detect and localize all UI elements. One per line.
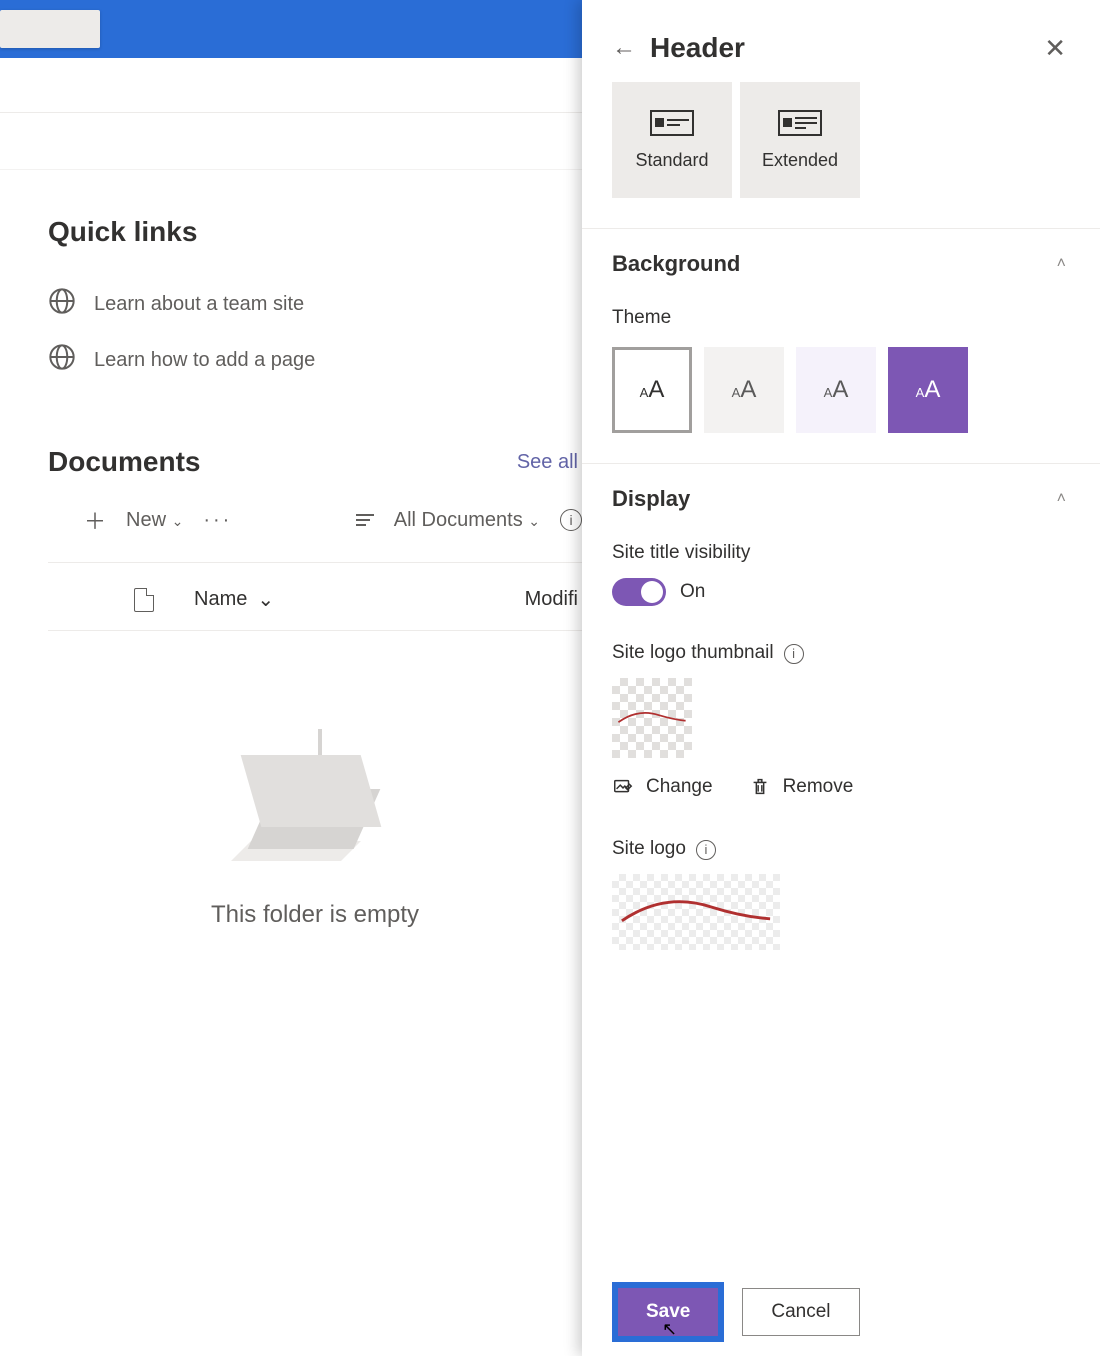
- info-icon[interactable]: i: [696, 840, 716, 860]
- standard-layout-icon: [650, 110, 694, 136]
- background-section-header[interactable]: Background ˄: [582, 229, 1100, 277]
- site-title-visibility-toggle[interactable]: [612, 578, 666, 606]
- header-settings-panel: ← Header ✕ Standard Extended Background …: [582, 0, 1100, 1356]
- plus-icon: ＋: [84, 504, 106, 536]
- quick-links-list: Learn about a team site Learn how to add…: [48, 276, 582, 388]
- empty-state: This folder is empty: [48, 631, 582, 929]
- column-modified-header[interactable]: Modifi: [525, 588, 578, 611]
- header-layout-options: Standard Extended: [582, 72, 1100, 228]
- theme-label: Theme: [582, 277, 1100, 347]
- documents-toolbar: ＋ New ⌄ ··· All Documents ⌄ i: [48, 504, 582, 563]
- layout-card-label: Standard: [635, 150, 708, 171]
- chevron-up-icon: ˄: [1057, 255, 1066, 273]
- quick-link-item[interactable]: Learn about a team site: [48, 276, 582, 332]
- table-header-row: Name ⌄ Modifi: [48, 563, 582, 631]
- extended-layout-icon: [778, 110, 822, 136]
- panel-footer: Save ↖ Cancel: [582, 1282, 1100, 1342]
- site-logo-label: Site logoi: [582, 828, 1100, 874]
- quick-link-label: Learn about a team site: [94, 293, 304, 316]
- view-selector-button[interactable]: All Documents ⌄: [394, 509, 540, 532]
- panel-header: ← Header ✕: [582, 0, 1100, 72]
- toggle-state-label: On: [680, 581, 705, 603]
- close-icon[interactable]: ✕: [1044, 33, 1066, 64]
- layout-extended-card[interactable]: Extended: [740, 82, 860, 198]
- more-actions-button[interactable]: ···: [203, 509, 232, 532]
- remove-thumbnail-button[interactable]: Remove: [749, 776, 854, 798]
- theme-swatch-1[interactable]: AA: [612, 347, 692, 433]
- logo-thumbnail-preview: [612, 678, 692, 758]
- change-thumbnail-button[interactable]: Change: [612, 776, 713, 798]
- empty-state-text: This folder is empty: [48, 901, 582, 929]
- theme-swatches: AA AA AA AA: [582, 347, 1100, 463]
- empty-folder-illustration: [235, 741, 395, 861]
- column-name-header[interactable]: Name ⌄: [194, 587, 274, 612]
- picture-edit-icon: [612, 776, 634, 798]
- display-section-header[interactable]: Display ˄: [582, 464, 1100, 512]
- back-arrow-icon[interactable]: ←: [612, 34, 636, 62]
- suite-bar-placeholder: [0, 10, 100, 48]
- layout-card-label: Extended: [762, 150, 838, 171]
- chevron-down-icon: ⌄: [172, 513, 184, 529]
- theme-swatch-3[interactable]: AA: [796, 347, 876, 433]
- car-logo-icon: [614, 711, 690, 725]
- documents-section: Documents See all ＋ New ⌄ ··· All Docume…: [48, 446, 582, 929]
- cursor-icon: ↖: [662, 1319, 677, 1340]
- new-button[interactable]: New ⌄: [126, 509, 183, 532]
- theme-swatch-2[interactable]: AA: [704, 347, 784, 433]
- site-title-visibility-label: Site title visibility: [582, 512, 1100, 578]
- site-logo-preview: [612, 874, 780, 950]
- save-button-highlight: Save ↖: [612, 1282, 724, 1342]
- cancel-button[interactable]: Cancel: [742, 1288, 859, 1336]
- file-type-icon: [134, 588, 154, 612]
- trash-icon: [749, 776, 771, 798]
- quick-link-item[interactable]: Learn how to add a page: [48, 332, 582, 388]
- info-icon[interactable]: i: [560, 509, 582, 531]
- see-all-link[interactable]: See all: [517, 451, 578, 474]
- quick-links-title: Quick links: [48, 216, 582, 248]
- globe-icon: [48, 343, 76, 377]
- view-lines-icon: [356, 514, 374, 526]
- quick-link-label: Learn how to add a page: [94, 349, 315, 372]
- site-logo-thumbnail-label: Site logo thumbnaili: [582, 634, 1100, 678]
- chevron-down-icon: ⌄: [257, 587, 274, 612]
- theme-swatch-4[interactable]: AA: [888, 347, 968, 433]
- car-logo-icon: [618, 897, 774, 927]
- chevron-down-icon: ⌄: [528, 513, 540, 529]
- page-content: Quick links Learn about a team site Lear…: [0, 170, 582, 929]
- info-icon[interactable]: i: [784, 644, 804, 664]
- documents-title: Documents: [48, 446, 200, 478]
- panel-title: Header: [650, 32, 745, 64]
- chevron-up-icon: ˄: [1057, 490, 1066, 508]
- layout-standard-card[interactable]: Standard: [612, 82, 732, 198]
- globe-icon: [48, 287, 76, 321]
